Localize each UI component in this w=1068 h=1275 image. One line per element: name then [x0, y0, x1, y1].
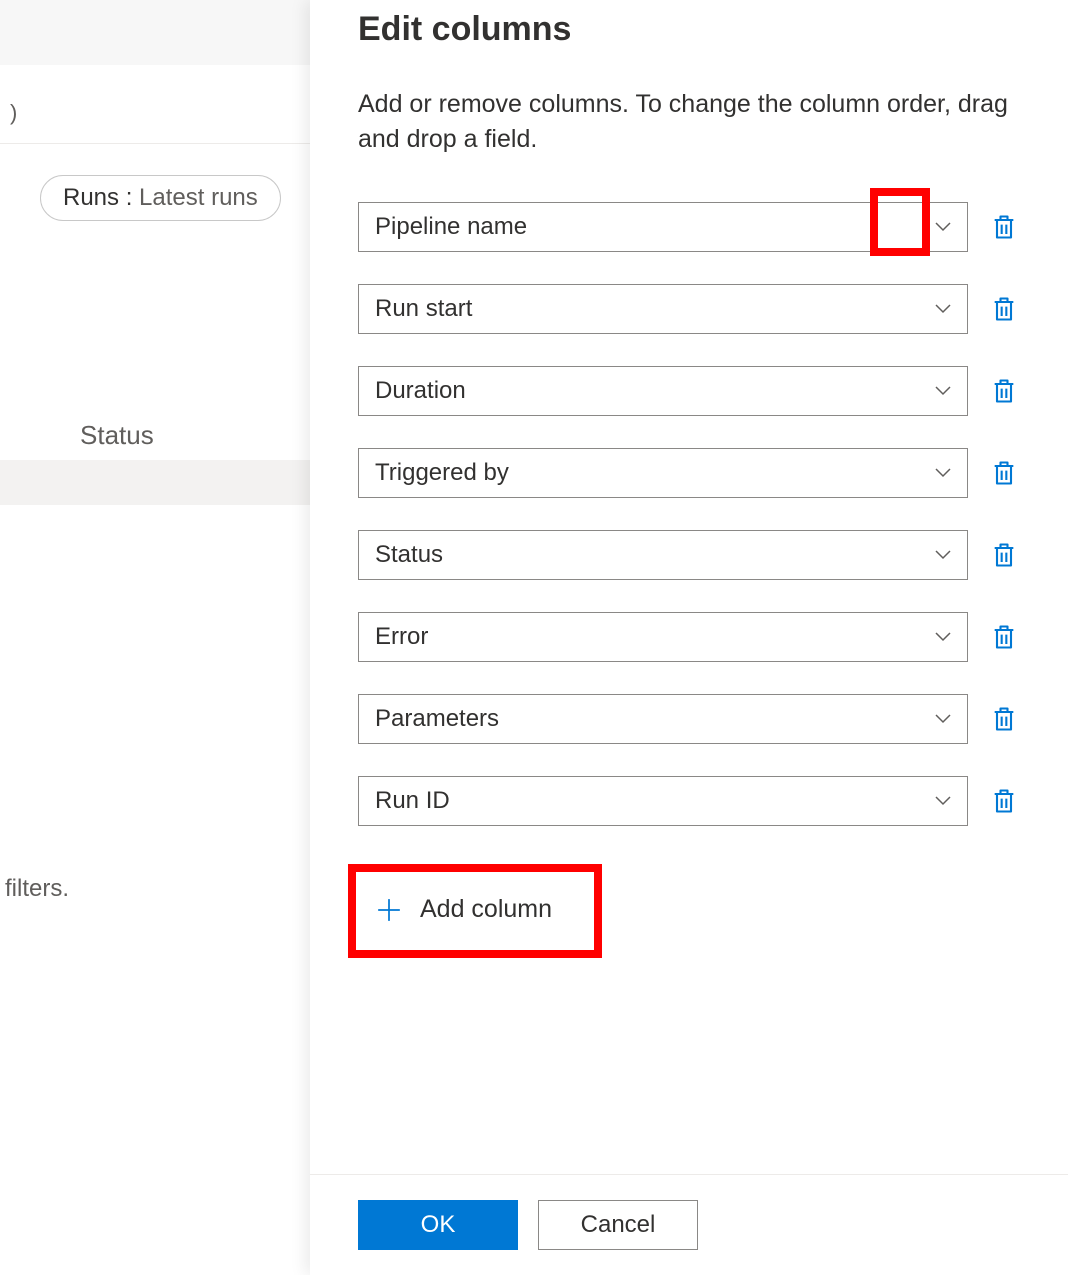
- trash-icon: [990, 295, 1018, 323]
- trash-icon: [990, 623, 1018, 651]
- column-label: Parameters: [375, 705, 499, 733]
- column-label: Triggered by: [375, 459, 509, 487]
- plus-icon: [376, 897, 402, 923]
- cancel-button[interactable]: Cancel: [538, 1200, 698, 1250]
- edit-columns-panel: Edit columns Add or remove columns. To c…: [310, 0, 1068, 1275]
- column-row-duration: Duration: [358, 366, 1020, 416]
- background-paren-text: ): [10, 100, 17, 126]
- background-row-band: [0, 460, 310, 505]
- panel-title: Edit columns: [358, 10, 1020, 49]
- chevron-down-icon: [935, 301, 951, 317]
- column-row-run-id: Run ID: [358, 776, 1020, 826]
- background-toolbar-area: [0, 0, 310, 65]
- column-row-run-start: Run start: [358, 284, 1020, 334]
- delete-column-button[interactable]: [988, 293, 1020, 325]
- delete-column-button[interactable]: [988, 785, 1020, 817]
- column-select-triggered-by[interactable]: Triggered by: [358, 448, 968, 498]
- column-select-run-id[interactable]: Run ID: [358, 776, 968, 826]
- chevron-down-icon: [935, 629, 951, 645]
- add-column-label: Add column: [420, 895, 552, 924]
- ok-button[interactable]: OK: [358, 1200, 518, 1250]
- column-label: Duration: [375, 377, 466, 405]
- add-column-button[interactable]: Add column: [358, 881, 574, 938]
- runs-filter-chip[interactable]: Runs : Latest runs: [40, 175, 281, 221]
- column-select-run-start[interactable]: Run start: [358, 284, 968, 334]
- background-divider: [0, 143, 310, 144]
- column-row-error: Error: [358, 612, 1020, 662]
- column-row-pipeline-name: Pipeline name: [358, 202, 1020, 252]
- column-list: Pipeline name Run start: [358, 202, 1020, 826]
- column-label: Status: [375, 541, 443, 569]
- trash-icon: [990, 377, 1018, 405]
- column-label: Run ID: [375, 787, 450, 815]
- background-page: ) Runs : Latest runs Status filters.: [0, 0, 310, 1275]
- trash-icon: [990, 541, 1018, 569]
- delete-column-button[interactable]: [988, 457, 1020, 489]
- column-label: Pipeline name: [375, 213, 527, 241]
- column-select-duration[interactable]: Duration: [358, 366, 968, 416]
- delete-column-button[interactable]: [988, 211, 1020, 243]
- chevron-down-icon: [935, 465, 951, 481]
- chevron-down-icon: [935, 219, 951, 235]
- column-row-status: Status: [358, 530, 1020, 580]
- trash-icon: [990, 787, 1018, 815]
- chevron-down-icon: [935, 711, 951, 727]
- delete-column-button[interactable]: [988, 703, 1020, 735]
- column-label: Error: [375, 623, 428, 651]
- column-label: Run start: [375, 295, 472, 323]
- trash-icon: [990, 213, 1018, 241]
- chevron-down-icon: [935, 547, 951, 563]
- delete-column-button[interactable]: [988, 375, 1020, 407]
- runs-filter-label: Runs :: [63, 184, 132, 211]
- runs-filter-value: Latest runs: [132, 184, 257, 211]
- panel-description: Add or remove columns. To change the col…: [358, 87, 1020, 157]
- panel-footer: OK Cancel: [310, 1174, 1068, 1275]
- column-select-parameters[interactable]: Parameters: [358, 694, 968, 744]
- delete-column-button[interactable]: [988, 621, 1020, 653]
- column-row-parameters: Parameters: [358, 694, 1020, 744]
- panel-content: Edit columns Add or remove columns. To c…: [310, 0, 1068, 1174]
- trash-icon: [990, 705, 1018, 733]
- status-column-header: Status: [80, 420, 154, 451]
- column-select-status[interactable]: Status: [358, 530, 968, 580]
- column-select-error[interactable]: Error: [358, 612, 968, 662]
- column-select-pipeline-name[interactable]: Pipeline name: [358, 202, 968, 252]
- chevron-down-icon: [935, 383, 951, 399]
- delete-column-button[interactable]: [988, 539, 1020, 571]
- column-row-triggered-by: Triggered by: [358, 448, 1020, 498]
- filters-text: filters.: [5, 875, 69, 903]
- trash-icon: [990, 459, 1018, 487]
- chevron-down-icon: [935, 793, 951, 809]
